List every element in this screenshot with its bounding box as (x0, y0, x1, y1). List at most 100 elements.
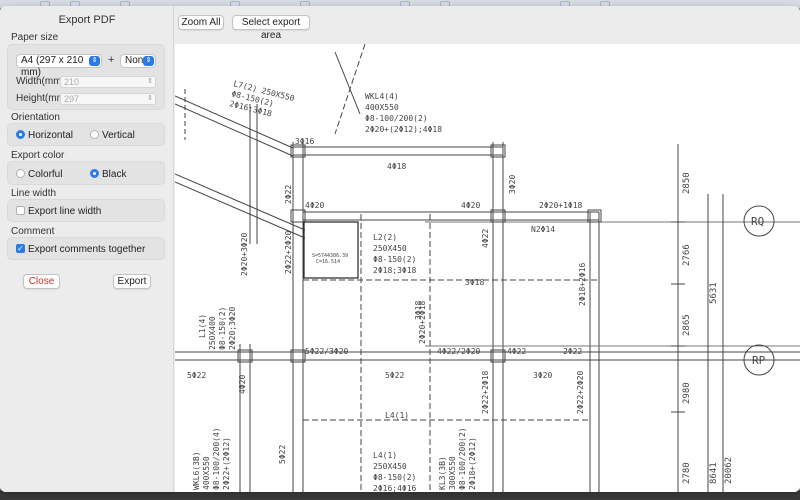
color-black-label[interactable]: Black (102, 169, 126, 180)
width-label: Width(mm) (16, 76, 65, 87)
orientation-group: Horizontal Vertical (7, 123, 165, 146)
dimension-label: 2850 (682, 172, 692, 194)
beam-label: 2Φ18+(2Φ12) (468, 437, 477, 490)
paper-size-label: Paper size (11, 32, 59, 43)
color-black-radio[interactable] (90, 169, 99, 178)
export-comments-label[interactable]: Export comments together (28, 244, 145, 255)
rebar-label: 4Φ20 (461, 201, 480, 210)
zoom-all-button[interactable]: Zoom All (178, 15, 224, 30)
beam-label: 2Φ20+(2Φ12);4Φ18 (365, 125, 442, 134)
select-export-area-button[interactable]: Select export area (232, 15, 310, 41)
rebar-label: 2Φ20+1Φ18 (539, 201, 583, 210)
beam-label: 2Φ16;4Φ16 (373, 484, 417, 492)
orientation-vertical-radio[interactable] (90, 130, 99, 139)
dimension-label: 2780 (682, 462, 692, 484)
rebar-label: 4Φ22 (507, 347, 526, 356)
export-comments-checkbox[interactable]: ✓ (16, 244, 25, 253)
comment-label: Comment (11, 226, 55, 237)
rebar-label: N2Φ14 (531, 225, 555, 234)
close-button[interactable]: Close (23, 274, 60, 289)
beam-label: 2Φ22+(2Φ12) (222, 437, 231, 490)
rebar-label: 2Φ22 (563, 347, 582, 356)
orientation-vertical-label[interactable]: Vertical (102, 130, 135, 141)
export-button[interactable]: Export (113, 274, 151, 289)
beam-label: L4(1) (373, 451, 397, 460)
beam-label: Φ8-100/200(4) (212, 427, 221, 490)
width-value: 210 (64, 77, 80, 87)
rebar-label: 2Φ20+3Φ20 (240, 232, 249, 276)
dimension-label: 2865 (682, 314, 692, 336)
rebar-label: 4Φ20 (305, 201, 324, 210)
line-width-label: Line width (11, 188, 57, 199)
rebar-label: 4Φ18 (387, 162, 406, 171)
beam-label: WKL6(3B) (192, 451, 201, 490)
beam-label: L4(1) (385, 411, 409, 420)
orientation-label: Orientation (11, 112, 60, 123)
beam-label: Φ8-100/200(2) (365, 114, 428, 123)
stepper-icon[interactable]: ⇕ (147, 94, 153, 104)
rebar-label: 3Φ20 (508, 175, 517, 194)
paper-size-select[interactable]: A4 (297 x 210 mm) ⇕ (16, 54, 102, 78)
beam-label: Φ8-150(2) (373, 255, 416, 264)
height-value: 297 (64, 94, 80, 104)
rebar-label: 3Φ18 (414, 301, 423, 320)
dimension-label: 20062 (724, 457, 734, 484)
rebar-label: 5Φ22 (187, 371, 206, 380)
color-colorful-radio[interactable] (16, 169, 25, 178)
chevron-updown-icon: ⇕ (89, 56, 100, 66)
beam-label: Φ8-150(2) (218, 307, 227, 350)
rebar-label: 5Φ22 (278, 445, 287, 464)
axis-label-rq: RQ (751, 215, 764, 228)
rebar-label: 2Φ22+2Φ20 (576, 370, 585, 414)
export-line-width-checkbox[interactable] (16, 206, 25, 215)
beam-label: L1(4) (198, 314, 207, 338)
beam-label: Φ8-150(2) (373, 473, 416, 482)
rebar-label: 3Φ16 (295, 137, 314, 146)
dimension-label: 5631 (709, 282, 719, 304)
rebar-label: 2Φ22 (284, 185, 293, 204)
dimension-label: 2766 (682, 244, 692, 266)
beam-label: 250X450 (373, 244, 407, 253)
stepper-icon[interactable]: ⇕ (147, 77, 153, 87)
beam-label: 2Φ20;3Φ20 (228, 306, 237, 350)
plus-sign: + (108, 54, 115, 66)
width-input[interactable]: 210 ⇕ (60, 76, 156, 88)
rebar-label: 3Φ18 (465, 278, 484, 287)
dialog-title: Export PDF (58, 14, 116, 26)
export-line-width-label[interactable]: Export line width (28, 206, 101, 217)
export-color-label: Export color (11, 150, 65, 161)
rebar-label: 4Φ22/2Φ20 (437, 347, 481, 356)
orientation-horizontal-radio[interactable] (16, 130, 25, 139)
drawing-preview-canvas[interactable]: WKL4(4) 400X550 Φ8-100/200(2) 2Φ20+(2Φ12… (175, 44, 800, 492)
color-colorful-label[interactable]: Colorful (28, 169, 62, 180)
paper-size-group: A4 (297 x 210 mm) ⇕ + None ⇕ Width(mm) 2… (7, 44, 165, 110)
rebar-label: 5Φ22 (385, 371, 404, 380)
rebar-label: 4Φ22 (481, 229, 490, 248)
beam-label: 300X550 (448, 456, 457, 490)
beam-label: L2(2) (373, 233, 397, 242)
beam-label: KL3(3B) (438, 456, 447, 490)
rebar-label: 2Φ22+2Φ18 (481, 370, 490, 414)
drawing-text: WKL4(4) 400X550 Φ8-100/200(2) 2Φ20+(2Φ12… (187, 79, 766, 492)
orientation-horizontal-label[interactable]: Horizontal (28, 130, 73, 141)
dimension-label: 2980 (682, 382, 692, 404)
preview-area: Zoom All Select export area WKL4(4) 400X… (175, 6, 800, 492)
rebar-label: 2Φ22+2Φ20 (284, 230, 293, 274)
rebar-label: 4Φ20 (238, 375, 247, 394)
beam-label: 250X400 (208, 316, 217, 350)
comment-text: C=16.514 (316, 259, 340, 265)
comment-group: ✓ Export comments together (7, 237, 165, 260)
rebar-label: 2Φ18+2Φ16 (578, 262, 587, 306)
dimension-label: 8641 (709, 462, 719, 484)
height-input[interactable]: 297 ⇕ (60, 93, 156, 105)
beam-label: 2Φ18;3Φ18 (373, 266, 417, 275)
beam-label: 400X550 (202, 456, 211, 490)
export-pdf-dialog: Export PDF Paper size A4 (297 x 210 mm) … (0, 6, 800, 492)
paper-size-value: A4 (297 x 210 mm) (21, 55, 84, 78)
beam-label: WKL4(4) (365, 92, 399, 101)
line-width-group: Export line width (7, 199, 165, 222)
structural-drawing: WKL4(4) 400X550 Φ8-100/200(2) 2Φ20+(2Φ12… (175, 44, 800, 492)
paper-extra-select[interactable]: None ⇕ (120, 54, 156, 68)
rebar-label: 3Φ20 (533, 371, 552, 380)
beam-label: Φ8-100/200(2) (458, 427, 467, 490)
